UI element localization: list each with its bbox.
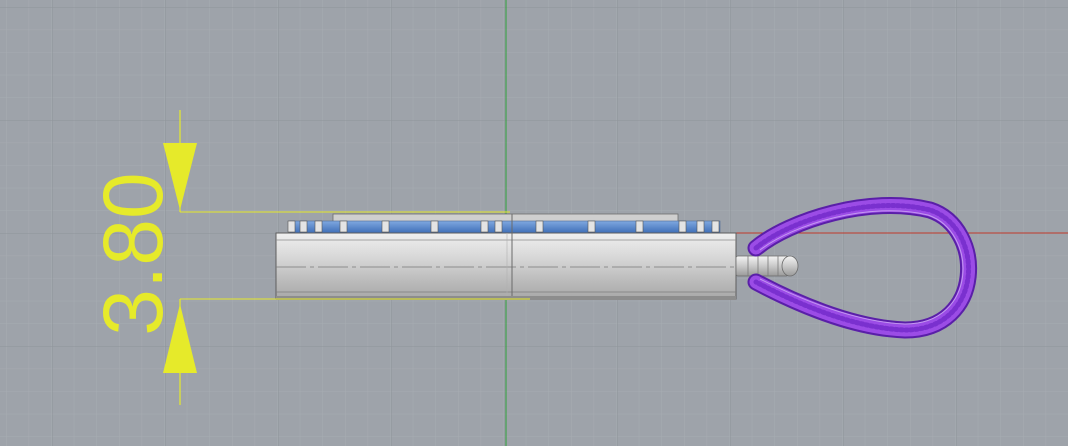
- dimension-value-label: 3.80: [86, 172, 180, 336]
- bail-connector[interactable]: [735, 255, 799, 277]
- pendant-body[interactable]: [275, 213, 737, 300]
- viewport-canvas[interactable]: 3.80: [0, 0, 1068, 446]
- front-viewport[interactable]: 3.80: [0, 0, 1068, 446]
